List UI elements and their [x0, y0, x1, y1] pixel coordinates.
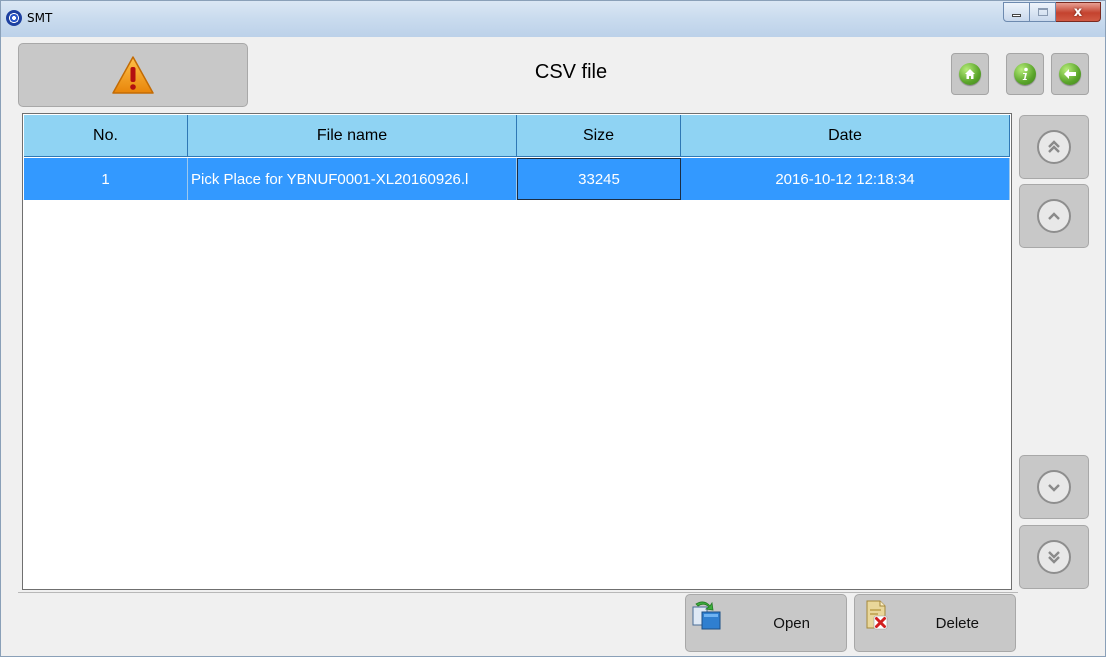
column-header-file-name[interactable]: File name [188, 115, 517, 157]
page-title: CSV file [534, 61, 608, 83]
home-button[interactable] [951, 53, 989, 95]
scroll-top-button[interactable] [1019, 115, 1089, 179]
table-header: No. File name Size Date [24, 115, 1010, 157]
close-icon: x [1073, 4, 1083, 20]
open-button[interactable]: Open [685, 594, 847, 652]
double-chevron-up-icon [1037, 130, 1071, 164]
open-file-icon [692, 601, 721, 630]
scroll-bottom-button[interactable] [1019, 525, 1089, 589]
delete-button[interactable]: Delete [854, 594, 1016, 652]
back-button[interactable] [1051, 53, 1089, 95]
minimize-button[interactable] [1003, 2, 1030, 22]
back-arrow-icon [1059, 63, 1081, 85]
minimize-icon [1012, 13, 1021, 17]
scroll-down-button[interactable] [1019, 455, 1089, 519]
window-title: SMT [27, 11, 53, 25]
column-header-no[interactable]: No. [24, 115, 188, 157]
close-button[interactable]: x [1056, 2, 1101, 22]
warning-icon [112, 56, 154, 94]
column-header-date[interactable]: Date [681, 115, 1010, 157]
double-chevron-down-icon [1037, 540, 1071, 574]
home-icon [959, 63, 981, 85]
app-window: SMT x CSV file No. File name Size Date 1… [0, 0, 1106, 657]
delete-file-icon [866, 600, 888, 630]
chevron-up-icon [1037, 199, 1071, 233]
scroll-up-button[interactable] [1019, 184, 1089, 248]
column-header-size[interactable]: Size [517, 115, 681, 157]
warning-button[interactable] [18, 43, 248, 107]
cell-no: 1 [24, 158, 188, 200]
file-table: No. File name Size Date 1 Pick Place for… [22, 113, 1012, 590]
info-button[interactable] [1006, 53, 1044, 95]
table-row[interactable]: 1 Pick Place for YBNUF0001-XL20160926.l … [24, 158, 1010, 200]
cell-date: 2016-10-12 12:18:34 [681, 158, 1010, 200]
chevron-down-icon [1037, 470, 1071, 504]
cell-file-name: Pick Place for YBNUF0001-XL20160926.l [188, 158, 517, 200]
maximize-button[interactable] [1030, 2, 1056, 22]
info-icon [1014, 63, 1036, 85]
maximize-icon [1037, 8, 1048, 16]
delete-button-label: Delete [935, 615, 979, 632]
open-button-label: Open [773, 615, 810, 632]
app-logo-icon [6, 10, 22, 26]
title-bar: SMT x [1, 1, 1105, 37]
window-controls: x [1003, 2, 1101, 22]
cell-size: 33245 [517, 158, 681, 200]
